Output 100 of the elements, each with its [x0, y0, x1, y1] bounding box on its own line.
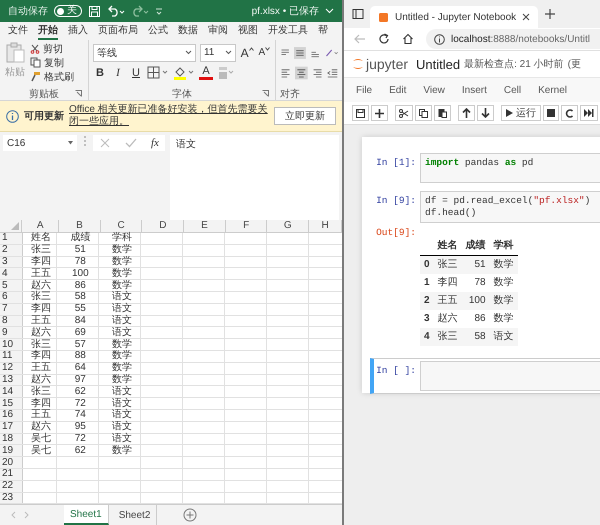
sheet-tab[interactable]: Sheet1: [64, 505, 109, 525]
notebook-name[interactable]: Untitled: [416, 56, 460, 72]
run-button[interactable]: 运行: [501, 105, 541, 121]
column-header[interactable]: D: [159, 221, 166, 231]
address-bar[interactable]: localhost:8888/notebooks/Untitl: [426, 29, 600, 49]
formula-field[interactable]: 语文: [170, 135, 339, 221]
notebook-cell[interactable]: In [1]: import pandas as pd: [370, 151, 600, 185]
copy-button[interactable]: [415, 105, 432, 121]
jupyter-logo[interactable]: jupyter: [352, 56, 408, 72]
ribbon-tab[interactable]: 数据: [178, 22, 198, 40]
table-cell: 王五: [31, 410, 52, 420]
autosave-label: 自动保存: [8, 5, 48, 18]
menu-item[interactable]: Cell: [504, 84, 522, 96]
close-icon[interactable]: [522, 13, 530, 21]
menu-item[interactable]: View: [423, 84, 445, 96]
fill-color-icon[interactable]: [173, 66, 195, 80]
font-size-field[interactable]: 11: [200, 44, 236, 62]
ribbon-tab[interactable]: 开发工具: [268, 22, 308, 40]
align-middle-icon[interactable]: [294, 44, 306, 60]
ribbon-tab[interactable]: 文件: [8, 22, 28, 40]
save-button[interactable]: [352, 105, 369, 121]
menu-item[interactable]: File: [356, 84, 372, 96]
copy-button[interactable]: 复制: [30, 56, 74, 69]
redo-icon[interactable]: [131, 5, 149, 17]
cut-button[interactable]: 剪切: [30, 42, 74, 55]
grow-font-button[interactable]: A: [240, 44, 254, 60]
group-label: 对齐: [280, 88, 300, 100]
font-color-button[interactable]: A: [199, 66, 213, 80]
save-icon[interactable]: [88, 4, 101, 18]
shrink-font-button[interactable]: A: [258, 44, 272, 60]
add-sheet-icon[interactable]: [183, 508, 198, 522]
input-prompt: In [9]:: [375, 194, 416, 206]
underline-button[interactable]: U: [129, 64, 143, 80]
bold-button[interactable]: B: [93, 64, 107, 80]
column-header[interactable]: F: [243, 221, 250, 231]
ribbon-tab[interactable]: 页面布局: [98, 22, 138, 40]
menu-item[interactable]: Insert: [462, 84, 487, 96]
menu-item[interactable]: Kernel: [538, 84, 568, 96]
move-down-button[interactable]: [477, 105, 494, 121]
customize-icon[interactable]: [155, 6, 163, 16]
ribbon-tab[interactable]: 插入: [68, 22, 88, 40]
table-cell: 语文: [112, 328, 132, 338]
drag-handle-icon[interactable]: [82, 135, 88, 147]
group-label: 字体: [172, 88, 192, 100]
update-message-link[interactable]: Office 相关更新已准备好安装，但首先需要关闭一些应用。: [69, 104, 269, 128]
column-header[interactable]: C: [118, 221, 125, 231]
notebook-cell[interactable]: In [ ]:: [370, 358, 600, 394]
column-header[interactable]: H: [321, 221, 329, 231]
cut-button[interactable]: [395, 105, 413, 121]
code-input[interactable]: [420, 361, 600, 391]
stop-icon: [547, 109, 555, 117]
ribbon-tab[interactable]: 视图: [238, 22, 258, 40]
dialog-launcher-icon[interactable]: [75, 90, 82, 97]
table-cell: 51: [474, 259, 486, 270]
paste-button[interactable]: [434, 105, 451, 121]
file-name: pf.xlsx • 已保存: [252, 5, 319, 18]
column-header[interactable]: A: [36, 221, 44, 231]
arrow-up-icon: [462, 108, 471, 118]
ribbon-tab[interactable]: 公式: [148, 22, 168, 40]
name-box[interactable]: C16: [3, 135, 77, 151]
home-icon[interactable]: [402, 33, 414, 45]
new-tab-icon[interactable]: [544, 8, 556, 20]
column-header[interactable]: E: [201, 221, 208, 231]
insert-function-button[interactable]: fx: [151, 137, 159, 149]
notebook-cell[interactable]: In [9]: df = pd.read_excel("pf.xlsx") df.head() Out[9]: 姓名 成绩 学科 0 张三 51 数学 1 李四 78 数学 2 王五 100 数学 3 赵六 86 数学 4 张三 58 语文: [370, 189, 600, 348]
ribbon-tab[interactable]: 帮: [318, 22, 328, 40]
restart-button[interactable]: [561, 105, 578, 121]
ribbon-tab[interactable]: 审阅: [208, 22, 228, 40]
stop-button[interactable]: [543, 105, 559, 121]
italic-button[interactable]: I: [111, 64, 125, 80]
code-input[interactable]: import pandas as pd: [420, 153, 600, 183]
browser-tab[interactable]: Untitled - Jupyter Notebook: [370, 6, 538, 28]
table-cell: 数学: [494, 277, 514, 288]
tab-actions-icon[interactable]: [352, 8, 364, 20]
dialog-launcher-icon[interactable]: [262, 90, 269, 97]
format-painter-button[interactable]: 格式刷: [30, 70, 74, 83]
reload-icon[interactable]: [378, 33, 390, 45]
sheet-tab[interactable]: Sheet2: [112, 505, 158, 525]
font-name-field[interactable]: 等线: [93, 44, 196, 62]
table-cell: 李四: [31, 256, 52, 267]
tab-title: Untitled - Jupyter Notebook: [395, 12, 516, 22]
move-up-button[interactable]: [458, 105, 475, 121]
check-icon[interactable]: [125, 137, 137, 149]
align-center-icon[interactable]: [295, 64, 308, 80]
table-cell: 王五: [438, 295, 458, 306]
table-cell: 数学: [112, 374, 132, 385]
chevron-down-icon[interactable]: [325, 8, 334, 14]
borders-icon[interactable]: [147, 66, 169, 79]
undo-icon[interactable]: [107, 5, 125, 17]
row-index: 3: [424, 313, 430, 324]
column-header[interactable]: G: [284, 221, 292, 231]
fast-forward-button[interactable]: [580, 105, 598, 121]
code-input[interactable]: df = pd.read_excel("pf.xlsx") df.head(): [420, 191, 600, 223]
update-now-button[interactable]: 立即更新: [274, 107, 336, 125]
column-header[interactable]: B: [76, 221, 83, 231]
autosave-status: (更: [568, 58, 581, 71]
add-cell-button[interactable]: [371, 105, 388, 121]
menu-item[interactable]: Edit: [389, 84, 406, 96]
site-info-icon[interactable]: [434, 34, 445, 44]
code-line: import pandas as pd: [425, 157, 534, 169]
